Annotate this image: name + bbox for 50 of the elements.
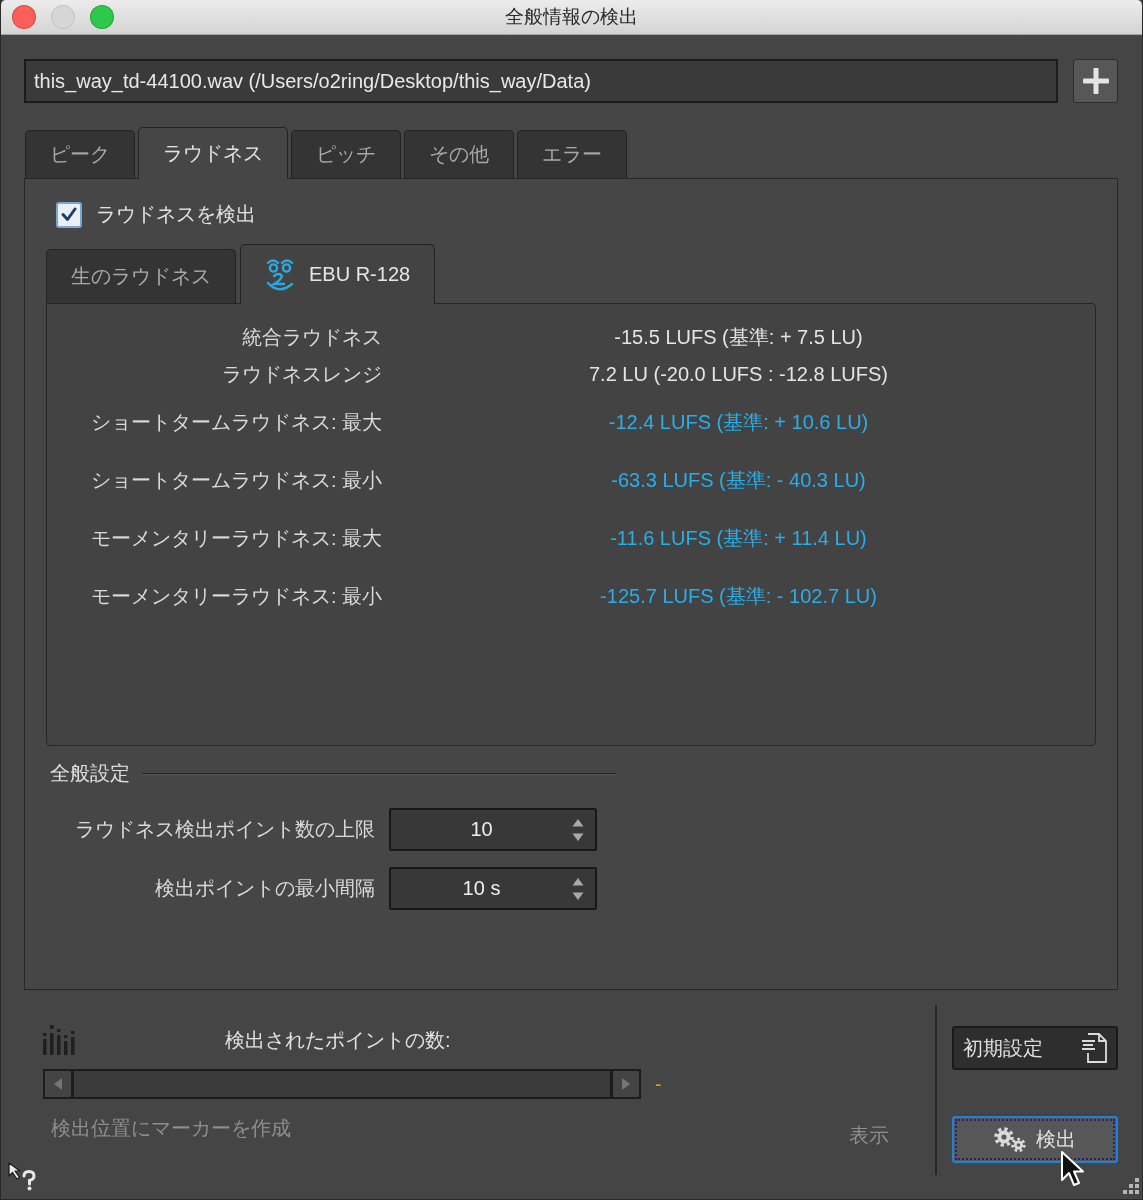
result-label: モーメンタリーラウドネス: 最小: [90, 583, 382, 609]
checkbox[interactable]: [56, 201, 82, 228]
scroll-left-button[interactable]: [45, 1071, 74, 1097]
scroll-bar[interactable]: [43, 1069, 641, 1099]
document-icon: [1081, 1033, 1107, 1063]
gears-icon: [994, 1126, 1028, 1153]
tab[interactable]: 生のラウドネス: [46, 249, 236, 303]
points-count-label: 検出されたポイントの数:: [225, 1027, 451, 1053]
result-value: -15.5 LUFS (基準: + 7.5 LU): [614, 325, 863, 350]
result-label: ショートタームラウドネス: 最小: [90, 467, 382, 493]
stepper-arrows-icon: [572, 876, 584, 901]
number-spinbox[interactable]: 10 s: [389, 867, 597, 910]
right-arrow-icon: [622, 1078, 630, 1090]
result-label: モーメンタリーラウドネス: 最大: [90, 525, 382, 551]
add-file-button[interactable]: [1073, 59, 1118, 103]
checkbox-label: ラウドネスを検出: [96, 202, 256, 227]
stepper-arrows-icon: [572, 817, 584, 842]
number-spinbox[interactable]: 10: [389, 808, 597, 851]
close-button[interactable]: [12, 5, 36, 29]
result-value: -125.7 LUFS (基準: - 102.7 LU): [600, 583, 877, 609]
smiley-icon: [265, 257, 295, 292]
tab[interactable]: ピーク: [25, 130, 135, 178]
checkmark-icon: [61, 207, 77, 222]
field-label: ラウドネス検出ポイント数の上限: [75, 817, 375, 842]
bar-chart-icon: [43, 1025, 75, 1055]
section-title: 全般設定: [50, 761, 130, 786]
scroll-right-button[interactable]: [610, 1071, 639, 1097]
result-label: ショートタームラウドネス: 最大: [90, 409, 382, 435]
result-value: 7.2 LU (-20.0 LUFS : -12.8 LUFS): [589, 363, 888, 386]
tab[interactable]: エラー: [517, 130, 627, 178]
zoom-button[interactable]: [90, 5, 114, 29]
tab[interactable]: その他: [404, 130, 514, 178]
mouse-pointer-icon: [1060, 1150, 1086, 1188]
resize-grip-icon[interactable]: [1122, 1177, 1140, 1195]
tab[interactable]: EBU R-128: [240, 244, 436, 304]
tab[interactable]: ラウドネス: [138, 127, 288, 179]
defaults-button[interactable]: 初期設定: [952, 1026, 1118, 1070]
result-value: -11.6 LUFS (基準: + 11.4 LU): [610, 525, 867, 551]
result-label: ラウドネスレンジ: [222, 362, 382, 387]
file-path-field[interactable]: this_way_td-44100.wav (/Users/o2ring/Desktop/this_way/Data): [24, 59, 1058, 103]
left-arrow-icon: [54, 1078, 62, 1090]
result-label: 統合ラウドネス: [242, 325, 382, 350]
plus-icon: [1082, 68, 1109, 94]
window-title: 全般情報の検出: [505, 5, 638, 29]
result-value: -63.3 LUFS (基準: - 40.3 LU): [611, 467, 866, 493]
detect-button[interactable]: 検出: [952, 1116, 1118, 1163]
points-count-value: -: [655, 1072, 662, 1096]
result-value: -12.4 LUFS (基準: + 10.6 LU): [608, 409, 869, 435]
tab[interactable]: ピッチ: [291, 130, 401, 178]
field-label: 検出ポイントの最小間隔: [155, 876, 375, 901]
